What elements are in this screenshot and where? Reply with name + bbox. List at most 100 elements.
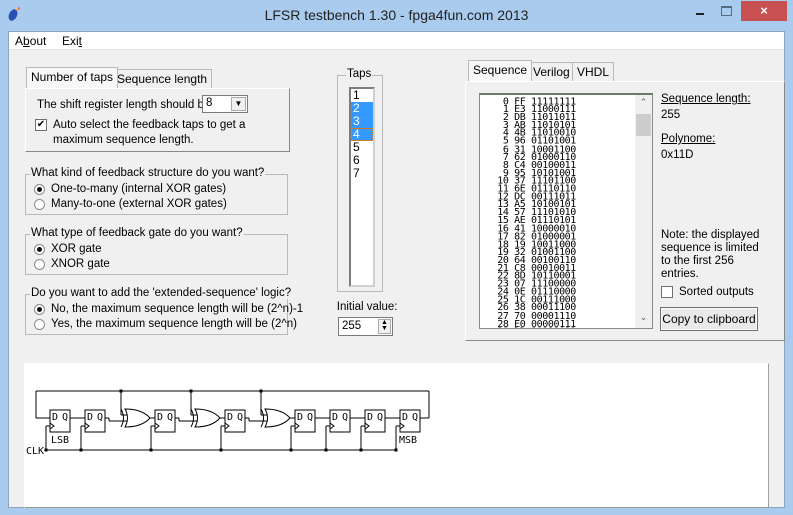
flip-flop-d-label: D (52, 412, 58, 423)
extended-sequence-legend: Do you want to add the 'extended-sequenc… (30, 287, 293, 299)
extended-sequence-group: Do you want to add the 'extended-sequenc… (25, 287, 303, 335)
sequence-length-value: 255 (661, 109, 681, 121)
initial-value-spinner[interactable]: 255 ▲ ▼ (338, 317, 393, 336)
config-tab-panel: The shift register length should be 8 ▼ … (25, 88, 290, 152)
taps-listbox[interactable]: 1 2 3 4 5 6 7 (349, 87, 375, 287)
spinner-arrows-icon[interactable]: ▲ ▼ (378, 319, 391, 334)
auto-select-checkbox[interactable]: ✔ (35, 119, 47, 131)
initial-value-label: IInitial value: (336, 301, 398, 313)
display-limit-note: Note: the displayed sequence is limited … (661, 229, 760, 280)
shift-register-length-value: 8 (206, 97, 213, 109)
radio-label: Many-to-one (external XOR gates) (51, 198, 227, 210)
tap-item-7[interactable]: 7 (351, 167, 373, 180)
clock-input-icon (49, 422, 55, 430)
radio-button[interactable] (34, 183, 45, 195)
sequence-row: 29 DD 10111011 (497, 327, 576, 328)
auto-select-label-line2: maximum sequence length. (53, 134, 194, 146)
scroll-up-icon[interactable]: ⌃ (635, 97, 652, 113)
flip-flop-q-label: Q (307, 412, 313, 423)
radio-button[interactable] (34, 198, 45, 210)
tab-verilog[interactable]: Verilog (528, 62, 575, 81)
taps-group: Taps 1 2 3 4 5 6 7 (337, 68, 383, 292)
flip-flop-q-label: Q (167, 412, 173, 423)
radio-button[interactable] (34, 303, 45, 315)
flip-flop-d-label: D (332, 412, 338, 423)
lfsr-circuit-diagram: D Q D Q D Q D Q D Q D Q D Q D Q CLK LSB MSB (24, 363, 769, 508)
menu-about[interactable]: About (15, 34, 46, 48)
radio-button[interactable] (34, 243, 45, 255)
radio-xnor-gate[interactable]: XNOR gate (34, 258, 110, 270)
scroll-down-icon[interactable]: ⌄ (635, 312, 652, 328)
clock-input-icon (294, 422, 300, 430)
clk-label: CLK (26, 446, 44, 457)
polynome-value: 0x11D (661, 149, 694, 161)
initial-value-label-text: Initial value: (336, 301, 398, 313)
shift-register-label: The shift register length should be (37, 99, 211, 111)
radio-extended-yes[interactable]: Yes, the maximum sequence length will be… (34, 318, 297, 330)
msb-label: MSB (399, 435, 417, 446)
flip-flop-d-label: D (297, 412, 303, 423)
flip-flop-d-label: D (227, 412, 233, 423)
feedback-gate-group: What type of feedback gate do you want? … (25, 227, 288, 275)
clock-input-icon (329, 422, 335, 430)
radio-label: XOR gate (51, 243, 102, 255)
junction-dot (44, 448, 48, 452)
clock-input-icon (224, 422, 230, 430)
title-bar: LFSR testbench 1.30 - fpga4fun.com 2013 … (0, 0, 793, 31)
xor-gate-icon (264, 408, 291, 428)
flip-flop-q-label: Q (62, 412, 68, 423)
radio-button[interactable] (34, 318, 45, 330)
radio-label: Yes, the maximum sequence length will be… (51, 318, 297, 330)
sorted-outputs-row[interactable]: Sorted outputs (661, 286, 754, 298)
flip-flop-d-label: D (402, 412, 408, 423)
flip-flop-d-label: D (87, 412, 93, 423)
taps-legend: Taps (346, 68, 373, 80)
sequence-length-label: Sequence length: (661, 93, 751, 105)
menu-exit[interactable]: Exit (62, 34, 82, 48)
flip-flop-q-label: Q (412, 412, 418, 423)
tab-vhdl[interactable]: VHDL (572, 62, 615, 81)
clock-input-icon (399, 422, 405, 430)
tab-number-of-taps[interactable]: Number of taps (26, 67, 119, 88)
feedback-structure-legend: What kind of feedback structure do you w… (30, 167, 266, 179)
copy-to-clipboard-button[interactable]: Copy to clipboard (660, 307, 758, 331)
tab-sequence-length[interactable]: Sequence length (112, 69, 213, 88)
flip-flop-d-label: D (367, 412, 373, 423)
scroll-thumb[interactable] (636, 114, 651, 136)
tab-sequence[interactable]: Sequence (468, 60, 533, 81)
shift-register-length-select[interactable]: 8 ▼ (202, 95, 248, 113)
flip-flop-q-label: Q (342, 412, 348, 423)
polynome-label: Polynome: (661, 133, 716, 145)
flip-flop-q-label: Q (377, 412, 383, 423)
minimize-button[interactable] (688, 1, 714, 21)
window-title: LFSR testbench 1.30 - fpga4fun.com 2013 (264, 7, 529, 23)
xor-gate-icon (124, 408, 151, 428)
lsb-label: LSB (51, 435, 69, 446)
maximize-button[interactable] (714, 1, 740, 21)
radio-many-to-one[interactable]: Many-to-one (external XOR gates) (34, 198, 227, 210)
flip-flop-d-label: D (157, 412, 163, 423)
xor-gate-icon (194, 408, 221, 428)
auto-select-label: Auto select the feedback taps to get a (53, 119, 246, 131)
sequence-scrollbar[interactable]: ⌃ ⌄ (635, 95, 652, 328)
clock-input-icon (364, 422, 370, 430)
radio-label: XNOR gate (51, 258, 110, 270)
close-icon: × (760, 3, 768, 18)
menu-bar: About Exit (9, 32, 784, 50)
sorted-outputs-checkbox[interactable] (661, 286, 673, 298)
output-tab-panel: 0 FF 11111111 1 E3 11000111 2 DB 1101101… (465, 81, 785, 341)
initial-value-field[interactable]: 255 (342, 320, 361, 332)
sequence-listbox[interactable]: 0 FF 11111111 1 E3 11000111 2 DB 1101101… (479, 93, 653, 329)
auto-select-checkbox-row[interactable]: ✔ Auto select the feedback taps to get a (35, 119, 245, 131)
radio-one-to-many[interactable]: One-to-many (internal XOR gates) (34, 183, 226, 195)
sequence-rows: 0 FF 11111111 1 E3 11000111 2 DB 1101101… (486, 97, 576, 328)
sorted-outputs-label: Sorted outputs (679, 286, 754, 298)
radio-button[interactable] (34, 258, 45, 270)
circuit-svg: D Q D Q D Q D Q D Q D Q D Q D QCLKLSB MSB (26, 389, 430, 457)
chevron-down-icon[interactable]: ▼ (231, 97, 246, 111)
radio-extended-no[interactable]: No, the maximum sequence length will be … (34, 303, 303, 315)
radio-xor-gate[interactable]: XOR gate (34, 243, 102, 255)
flip-flop-q-label: Q (97, 412, 103, 423)
close-button[interactable]: × (741, 1, 787, 21)
radio-label: One-to-many (internal XOR gates) (51, 183, 227, 195)
